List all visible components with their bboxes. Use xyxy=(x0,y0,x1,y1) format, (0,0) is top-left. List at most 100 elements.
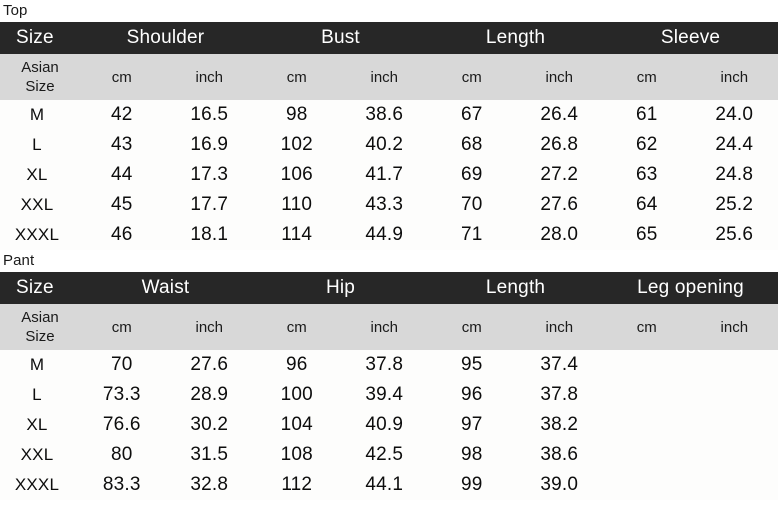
cell-value: 24.8 xyxy=(690,160,779,190)
cell-value: 97 xyxy=(428,410,516,440)
header-asian-size-line1: Asian xyxy=(21,309,59,326)
header-unit-waist-cm: cm xyxy=(78,304,166,350)
section-label-top: Top xyxy=(0,0,780,22)
cell-value-empty xyxy=(690,350,779,380)
cell-value-empty xyxy=(690,440,779,470)
cell-size: M xyxy=(0,100,78,130)
cell-size: XXL xyxy=(0,190,78,220)
cell-value-empty xyxy=(603,440,691,470)
cell-value: 30.2 xyxy=(165,410,254,440)
table-row: L 73.3 28.9 100 39.4 96 37.8 xyxy=(0,380,779,410)
cell-size: XXXL xyxy=(0,220,78,250)
cell-value-empty xyxy=(690,380,779,410)
header-unit-length-cm: cm xyxy=(428,304,516,350)
cell-value: 28.0 xyxy=(515,220,604,250)
cell-value-empty xyxy=(690,410,779,440)
header-group-leg-opening: Leg opening xyxy=(603,272,779,304)
cell-size: L xyxy=(0,130,78,160)
cell-size: L xyxy=(0,380,78,410)
cell-value: 44.1 xyxy=(340,470,429,500)
cell-value-empty xyxy=(690,470,779,500)
cell-value: 43.3 xyxy=(340,190,429,220)
cell-value: 38.2 xyxy=(515,410,604,440)
cell-value-empty xyxy=(603,470,691,500)
cell-value: 39.4 xyxy=(340,380,429,410)
cell-value: 96 xyxy=(428,380,516,410)
cell-value: 64 xyxy=(603,190,691,220)
cell-value: 42.5 xyxy=(340,440,429,470)
table-row: M 70 27.6 96 37.8 95 37.4 xyxy=(0,350,779,380)
header-unit-bust-inch: inch xyxy=(340,54,429,100)
header-asian-size-line2: Size xyxy=(25,78,55,95)
cell-value: 106 xyxy=(253,160,341,190)
header-unit-bust-cm: cm xyxy=(253,54,341,100)
cell-value: 31.5 xyxy=(165,440,254,470)
cell-value: 16.9 xyxy=(165,130,253,160)
header-group-length: Length xyxy=(428,272,604,304)
cell-value: 41.7 xyxy=(340,160,429,190)
header-unit-length-inch: inch xyxy=(515,304,604,350)
header-unit-hip-cm: cm xyxy=(253,304,341,350)
cell-value: 76.6 xyxy=(78,410,166,440)
header-group-bust: Bust xyxy=(253,22,429,54)
cell-value: 80 xyxy=(78,440,166,470)
cell-value: 25.2 xyxy=(690,190,779,220)
size-table-top: Size Shoulder Bust Length Sleeve Asian S… xyxy=(0,22,779,250)
header-group-waist: Waist xyxy=(78,272,254,304)
table-row: L 43 16.9 102 40.2 68 26.8 62 24.4 xyxy=(0,130,779,160)
cell-value: 65 xyxy=(603,220,691,250)
cell-size: XXXL xyxy=(0,470,78,500)
cell-value: 40.2 xyxy=(340,130,429,160)
cell-value: 26.8 xyxy=(515,130,604,160)
cell-size: M xyxy=(0,350,78,380)
cell-value: 98 xyxy=(428,440,516,470)
cell-value: 17.3 xyxy=(165,160,253,190)
cell-value: 24.0 xyxy=(690,100,779,130)
table-row: XXXL 46 18.1 114 44.9 71 28.0 65 25.6 xyxy=(0,220,779,250)
cell-value: 73.3 xyxy=(78,380,166,410)
size-chart-sheet: Top Size Shoulder Bust Length Sleeve Asi… xyxy=(0,0,780,508)
cell-value: 25.6 xyxy=(690,220,779,250)
cell-value: 37.4 xyxy=(515,350,604,380)
cell-value: 28.9 xyxy=(165,380,254,410)
cell-value: 43 xyxy=(78,130,166,160)
cell-value: 63 xyxy=(603,160,691,190)
cell-value: 96 xyxy=(253,350,341,380)
cell-value: 38.6 xyxy=(515,440,604,470)
cell-value: 38.6 xyxy=(340,100,429,130)
cell-value: 70 xyxy=(428,190,516,220)
header-unit-waist-inch: inch xyxy=(165,304,254,350)
cell-value: 26.4 xyxy=(515,100,604,130)
header-unit-sleeve-inch: inch xyxy=(690,54,779,100)
cell-value: 104 xyxy=(253,410,341,440)
cell-value: 99 xyxy=(428,470,516,500)
table-pant-unit-header-row: Asian Size cm inch cm inch cm inch cm in… xyxy=(0,304,779,350)
cell-value: 46 xyxy=(78,220,166,250)
header-group-sleeve: Sleeve xyxy=(603,22,779,54)
cell-value: 37.8 xyxy=(340,350,429,380)
table-row: XL 44 17.3 106 41.7 69 27.2 63 24.8 xyxy=(0,160,779,190)
section-label-pant: Pant xyxy=(0,250,780,272)
cell-value: 62 xyxy=(603,130,691,160)
header-size: Size xyxy=(0,272,78,304)
cell-value: 68 xyxy=(428,130,516,160)
cell-value: 40.9 xyxy=(340,410,429,440)
cell-size: XL xyxy=(0,410,78,440)
cell-value: 37.8 xyxy=(515,380,604,410)
header-size: Size xyxy=(0,22,78,54)
header-unit-length-inch: inch xyxy=(515,54,604,100)
cell-value: 44.9 xyxy=(340,220,429,250)
cell-value: 70 xyxy=(78,350,166,380)
table-row: XL 76.6 30.2 104 40.9 97 38.2 xyxy=(0,410,779,440)
cell-value: 18.1 xyxy=(165,220,253,250)
cell-value: 67 xyxy=(428,100,516,130)
cell-value: 110 xyxy=(253,190,341,220)
header-asian-size-line2: Size xyxy=(25,328,55,345)
header-asian-size-line1: Asian xyxy=(21,59,59,76)
header-group-shoulder: Shoulder xyxy=(78,22,253,54)
table-row: XXXL 83.3 32.8 112 44.1 99 39.0 xyxy=(0,470,779,500)
cell-value: 114 xyxy=(253,220,341,250)
cell-value: 24.4 xyxy=(690,130,779,160)
cell-value: 17.7 xyxy=(165,190,253,220)
header-unit-shoulder-inch: inch xyxy=(165,54,253,100)
